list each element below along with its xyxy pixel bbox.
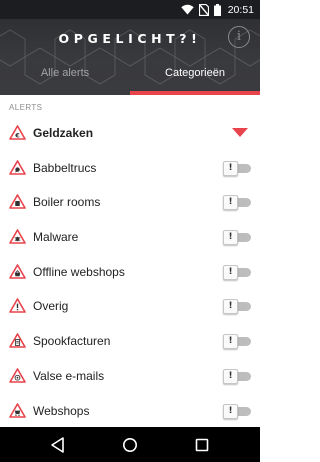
home-icon[interactable]: [120, 435, 140, 455]
info-icon: i: [236, 29, 242, 44]
category-row-geldzaken[interactable]: € Geldzaken: [0, 116, 260, 151]
system-navigation-bar: [0, 427, 260, 462]
no-sim-icon: [198, 3, 209, 16]
alert-toggle[interactable]: !: [223, 160, 251, 176]
exclamation-warning-icon: [9, 298, 26, 314]
battery-icon: [213, 3, 221, 16]
category-label: Webshops: [33, 403, 90, 418]
category-label: Valse e-mails: [33, 368, 105, 383]
category-row-webshops[interactable]: Webshops !: [0, 394, 260, 429]
email-warning-icon: [9, 368, 26, 383]
category-label: Spookfacturen: [33, 334, 111, 349]
app-header: OPGELICHT?! i Alle alerts Categorieën: [0, 19, 260, 95]
talk-warning-icon: [9, 159, 26, 175]
toggle-thumb: !: [223, 230, 238, 246]
alert-toggle[interactable]: !: [223, 368, 251, 384]
toggle-thumb: !: [223, 195, 238, 211]
cart-warning-icon: [9, 402, 26, 418]
toggle-thumb: !: [223, 368, 238, 384]
category-list: € Geldzaken Babbeltrucs ! Boiler rooms !: [0, 116, 260, 428]
svg-text:€: €: [14, 131, 20, 139]
toggle-thumb: !: [223, 264, 238, 280]
toggle-thumb: !: [223, 160, 238, 176]
category-label: Babbeltrucs: [33, 160, 97, 175]
clock: 20:51: [227, 3, 254, 16]
alert-toggle[interactable]: !: [223, 299, 251, 315]
section-label-alerts: ALERTS: [9, 103, 43, 112]
alert-toggle[interactable]: !: [223, 403, 251, 419]
category-label: Boiler rooms: [33, 195, 101, 210]
back-icon[interactable]: [48, 435, 68, 455]
toggle-thumb: !: [223, 334, 238, 350]
category-label: Overig: [33, 299, 69, 314]
category-row-valse-e-mails[interactable]: Valse e-mails !: [0, 359, 260, 394]
category-row-malware[interactable]: Malware !: [0, 220, 260, 255]
status-bar: 20:51: [0, 0, 260, 19]
chevron-down-icon[interactable]: [232, 128, 248, 137]
active-tab-indicator: [130, 91, 260, 95]
category-label: Offline webshops: [33, 264, 125, 279]
phone-warning-icon: [9, 194, 26, 210]
alert-toggle[interactable]: !: [223, 334, 251, 350]
tab-categories[interactable]: Categorieën: [130, 66, 260, 90]
wifi-icon: [181, 4, 194, 15]
category-label: Malware: [33, 230, 79, 245]
tab-all-alerts[interactable]: Alle alerts: [0, 66, 130, 90]
category-row-spookfacturen[interactable]: Spookfacturen !: [0, 324, 260, 359]
category-row-babbeltrucs[interactable]: Babbeltrucs !: [0, 151, 260, 186]
bug-warning-icon: [9, 229, 26, 244]
money-warning-icon: €: [9, 125, 26, 140]
alert-toggle[interactable]: !: [223, 230, 251, 246]
category-row-overig[interactable]: Overig !: [0, 289, 260, 324]
alert-toggle[interactable]: !: [223, 195, 251, 211]
alert-toggle[interactable]: !: [223, 264, 251, 280]
toggle-thumb: !: [223, 299, 238, 315]
shop-warning-icon: [9, 263, 26, 279]
category-row-offline-webshops[interactable]: Offline webshops !: [0, 255, 260, 290]
invoice-warning-icon: [9, 333, 26, 348]
app-title: OPGELICHT?!: [58, 31, 202, 46]
category-row-boiler-rooms[interactable]: Boiler rooms !: [0, 185, 260, 220]
toggle-thumb: !: [223, 403, 238, 419]
info-button[interactable]: i: [228, 26, 250, 48]
recents-icon[interactable]: [192, 435, 212, 455]
category-label: Geldzaken: [33, 126, 94, 140]
